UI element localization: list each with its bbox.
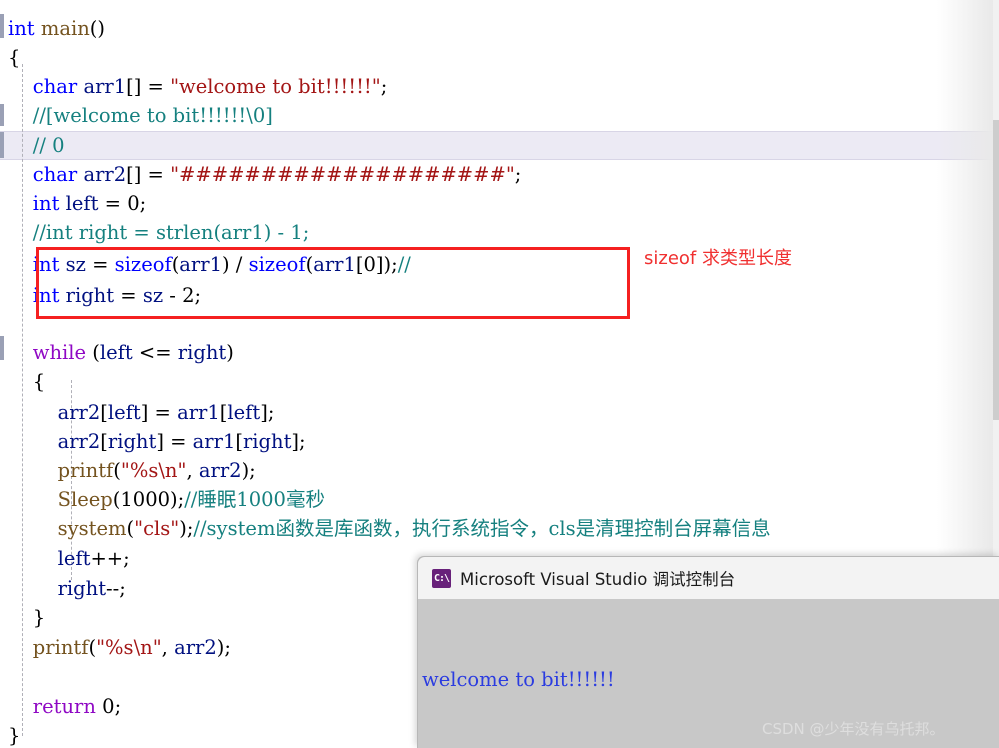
token-keyword: char: [32, 75, 78, 98]
console-app-icon: C:\: [432, 568, 451, 588]
code-line[interactable]: // 0: [0, 131, 999, 160]
code-line[interactable]: //[welcome to bit!!!!!!\0]: [0, 101, 999, 130]
code-line[interactable]: {: [0, 43, 999, 72]
code-line[interactable]: int left = 0;: [0, 189, 999, 218]
code-line[interactable]: printf("%s\n", arr2);: [0, 456, 999, 485]
token-brace: }: [8, 724, 21, 747]
token-string: "%s\n": [120, 459, 187, 482]
token-sizeof: sizeof: [248, 253, 306, 276]
vertical-scrollbar-thumb[interactable]: [993, 120, 999, 420]
token-identifier: arr1: [83, 75, 127, 98]
token-control-keyword: return: [32, 695, 96, 718]
token-brace: {: [8, 46, 21, 69]
token-identifier: arr2: [57, 401, 101, 424]
token-identifier: left: [227, 401, 261, 424]
token-identifier: left: [57, 547, 91, 570]
token-brace: }: [32, 606, 46, 629]
token-comment: //[welcome to bit!!!!!!\0]: [32, 104, 273, 127]
token-identifier: arr2: [174, 636, 217, 659]
code-line[interactable]: while (left <= right): [0, 338, 999, 367]
console-output-line: welcome to bit!!!!!!: [422, 668, 615, 691]
token-identifier: left: [99, 341, 133, 364]
console-window-title: Microsoft Visual Studio 调试控制台: [460, 570, 736, 589]
code-line[interactable]: Sleep(1000);//睡眠1000毫秒: [0, 485, 999, 514]
token-number: 0: [363, 253, 376, 276]
debug-console-window[interactable]: C:\ Microsoft Visual Studio 调试控制台 welcom…: [417, 556, 999, 748]
token-identifier: left: [65, 192, 99, 215]
screenshot-root: int main() { char arr1[] = "welcome to b…: [0, 0, 999, 748]
code-line[interactable]: char arr1[] = "welcome to bit!!!!!!";: [0, 72, 999, 101]
token-comment: //睡眠1000毫秒: [184, 488, 325, 511]
code-line[interactable]: arr2[left] = arr1[left];: [0, 398, 999, 427]
token-comment: //: [397, 253, 411, 276]
token-identifier: arr1: [179, 253, 222, 276]
token-control-keyword: while: [32, 341, 87, 364]
token-comment: //int right = strlen(arr1) - 1;: [32, 221, 310, 244]
token-identifier: right: [107, 430, 157, 453]
token-string: "cls": [134, 517, 180, 540]
token-comment: // 0: [32, 134, 65, 157]
code-line[interactable]: //int right = strlen(arr1) - 1;: [0, 218, 999, 247]
code-line[interactable]: int right = sz - 2;: [0, 281, 999, 310]
token-identifier: right: [177, 341, 227, 364]
token-number: 0: [102, 695, 115, 718]
console-output-area: welcome to bit!!!!!! D:\2023code\test_qh…: [418, 599, 999, 748]
token-identifier: sz: [65, 253, 86, 276]
token-string: "%s\n": [96, 636, 162, 659]
token-comment: //system函数是库函数，执行系统指令，cls是清理控制台屏幕信息: [193, 517, 771, 540]
red-annotation-text: sizeof 求类型长度: [644, 248, 792, 269]
token-sizeof: sizeof: [114, 253, 172, 276]
token-identifier: right: [57, 577, 107, 600]
token-keyword: int: [32, 192, 60, 215]
token-identifier: right: [242, 430, 292, 453]
token-identifier: arr2: [83, 163, 127, 186]
token-string: "welcome to bit!!!!!!": [170, 75, 381, 98]
code-line[interactable]: {: [0, 367, 999, 396]
code-line[interactable]: int sz = sizeof(arr1) / sizeof(arr1[0]);…: [0, 250, 999, 279]
token-identifier: arr2: [198, 459, 242, 482]
token-number: 1000: [120, 488, 171, 511]
token-punctuation: (): [89, 17, 105, 40]
token-number: 2: [182, 284, 195, 307]
token-identifier: left: [107, 401, 141, 424]
token-number: 0: [127, 192, 140, 215]
token-identifier: sz: [142, 284, 164, 307]
token-keyword: char: [32, 163, 78, 186]
token-identifier: arr1: [177, 401, 220, 424]
token-function: system: [57, 517, 127, 540]
token-brace: {: [32, 370, 46, 393]
token-function: printf: [57, 459, 114, 482]
token-function: printf: [32, 636, 89, 659]
token-keyword: int: [8, 17, 35, 40]
code-line[interactable]: char arr2[] = "####################";: [0, 160, 999, 189]
token-function: Sleep: [57, 488, 113, 511]
code-line[interactable]: arr2[right] = arr1[right];: [0, 427, 999, 456]
code-line[interactable]: int main(): [0, 14, 999, 43]
token-identifier: right: [65, 284, 115, 307]
token-identifier: arr2: [57, 430, 101, 453]
token-function: main: [40, 17, 90, 40]
token-keyword: int: [32, 284, 60, 307]
console-titlebar[interactable]: C:\ Microsoft Visual Studio 调试控制台: [418, 557, 999, 599]
token-keyword: int: [32, 253, 60, 276]
token-identifier: arr1: [192, 430, 236, 453]
token-string: "####################": [170, 163, 515, 186]
token-identifier: arr1: [313, 253, 356, 276]
code-line[interactable]: system("cls");//system函数是库函数，执行系统指令，cls是…: [0, 514, 999, 543]
